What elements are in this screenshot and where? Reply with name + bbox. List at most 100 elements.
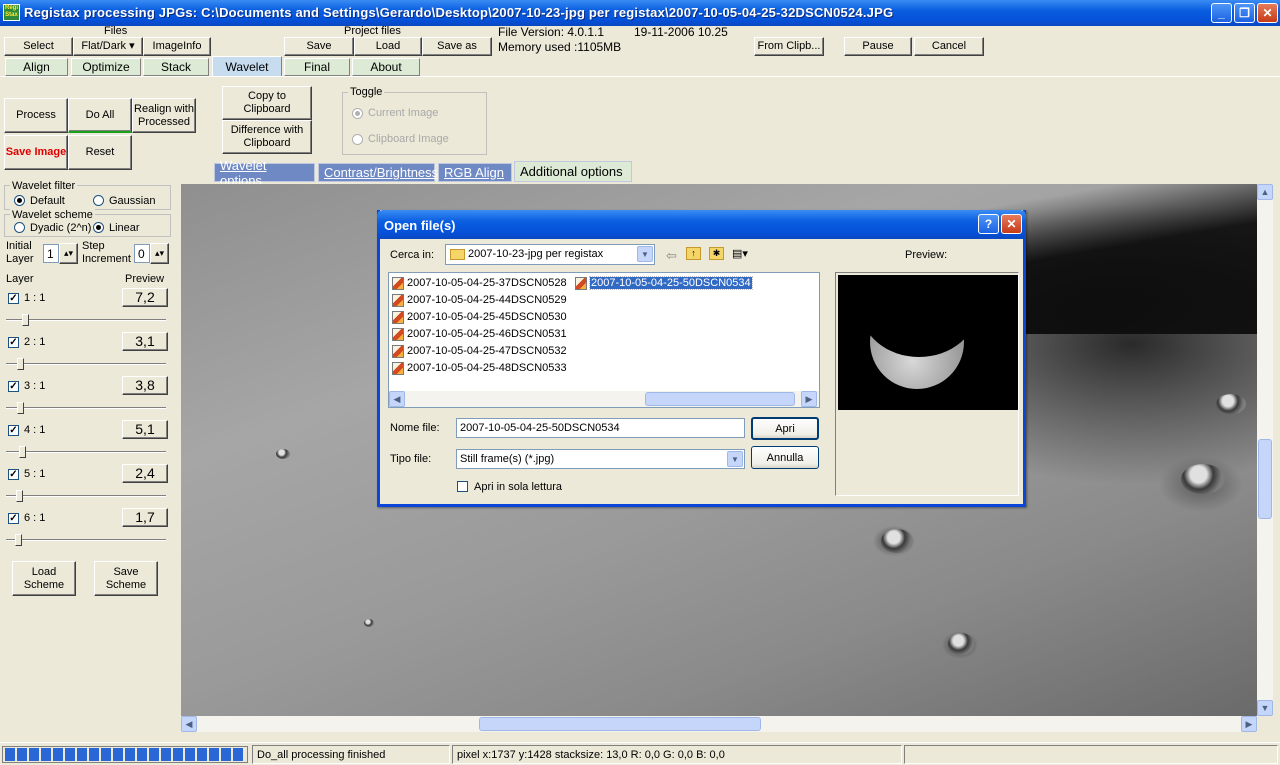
back-arrow-icon[interactable]: ⇦	[666, 248, 677, 264]
tab-rgb-align[interactable]: RGB Align	[438, 163, 512, 182]
vertical-scrollbar[interactable]: ▲ ▼	[1257, 184, 1273, 716]
gaussian-filter-radio[interactable]	[93, 195, 104, 206]
filetype-dropdown[interactable]: Still frame(s) (*.jpg)	[456, 449, 745, 469]
tab-final[interactable]: Final	[284, 58, 350, 76]
jpg-file-icon	[392, 276, 404, 290]
layer-6-preview-button[interactable]: 1,7	[122, 508, 168, 527]
tab-wavelet[interactable]: Wavelet	[212, 56, 282, 77]
close-button[interactable]: ✕	[1257, 3, 1278, 23]
tab-wavelet-options[interactable]: Wavelet options	[214, 158, 315, 188]
difference-with-clipboard-button[interactable]: Difference with Clipboard	[222, 120, 312, 154]
tab-stack[interactable]: Stack	[143, 58, 209, 76]
current-image-radio[interactable]	[352, 108, 363, 119]
minimize-button[interactable]: _	[1211, 3, 1232, 23]
list-item[interactable]: 2007-10-05-04-25-44DSCN0529	[392, 292, 567, 308]
preview-header: Preview	[125, 273, 165, 285]
layer-3-slider-thumb[interactable]	[17, 402, 24, 414]
tab-optimize[interactable]: Optimize	[71, 58, 141, 76]
list-item[interactable]: 2007-10-05-04-25-47DSCN0532	[392, 343, 567, 359]
layer-4-preview-button[interactable]: 5,1	[122, 420, 168, 439]
reset-button[interactable]: Reset	[68, 135, 132, 170]
vertical-scroll-thumb[interactable]	[1258, 439, 1272, 519]
open-button[interactable]: Apri	[751, 417, 819, 440]
copy-to-clipboard-button[interactable]: Copy to Clipboard	[222, 86, 312, 120]
layer-4-slider-thumb[interactable]	[19, 446, 26, 458]
save-scheme-button[interactable]: Save Scheme	[94, 561, 158, 596]
realign-button[interactable]: Realign with Processed	[132, 98, 196, 133]
default-filter-radio[interactable]	[14, 195, 25, 206]
imageinfo-button[interactable]: ImageInfo	[143, 37, 211, 56]
layer-2-preview-button[interactable]: 3,1	[122, 332, 168, 351]
pause-button[interactable]: Pause	[844, 37, 912, 56]
dyadic-scheme-radio[interactable]	[14, 222, 25, 233]
save-as-project-button[interactable]: Save as	[422, 37, 492, 56]
list-item[interactable]: 2007-10-05-04-25-45DSCN0530	[392, 309, 567, 325]
file-list-scrollbar[interactable]: ◀ ▶	[389, 391, 819, 407]
scroll-up-icon[interactable]: ▲	[1257, 184, 1273, 200]
scroll-right-icon[interactable]: ▶	[1241, 716, 1257, 732]
list-item[interactable]: 2007-10-05-04-25-37DSCN0528	[392, 275, 567, 291]
look-in-chevron-down-icon[interactable]: ▼	[637, 246, 653, 262]
look-in-label: Cerca in:	[390, 249, 435, 261]
step-increment-spinner[interactable]: ▴▾	[150, 243, 169, 264]
layer-6-checkbox[interactable]: ✓	[8, 513, 19, 524]
load-scheme-button[interactable]: Load Scheme	[12, 561, 76, 596]
initial-layer-spinner[interactable]: ▴▾	[59, 243, 78, 264]
layer-3-preview-button[interactable]: 3,8	[122, 376, 168, 395]
view-menu-icon[interactable]: ▤▾	[732, 247, 754, 261]
linear-scheme-radio[interactable]	[93, 222, 104, 233]
toggle-group	[342, 92, 487, 155]
do-all-button[interactable]: Do All	[68, 98, 132, 133]
look-in-dropdown[interactable]: 2007-10-23-jpg per registax	[445, 244, 655, 265]
step-increment-field[interactable]: 0	[134, 244, 150, 263]
process-button[interactable]: Process	[4, 98, 68, 133]
layer-2-checkbox[interactable]: ✓	[8, 337, 19, 348]
layer-1-checkbox[interactable]: ✓	[8, 293, 19, 304]
clipboard-image-radio[interactable]	[352, 134, 363, 145]
wavelet-scheme-label: Wavelet scheme	[10, 209, 95, 221]
scroll-left-icon[interactable]: ◀	[181, 716, 197, 732]
file-list[interactable]: 2007-10-05-04-25-37DSCN0528 2007-10-05-0…	[388, 272, 820, 408]
default-filter-label: Default	[30, 195, 65, 207]
tab-contrast-brightness[interactable]: Contrast/Brightness	[318, 163, 438, 182]
layer-1-preview-button[interactable]: 7,2	[122, 288, 168, 307]
list-item[interactable]: 2007-10-05-04-25-48DSCN0533	[392, 360, 567, 376]
layer-6-slider-thumb[interactable]	[15, 534, 22, 546]
layer-1-slider-thumb[interactable]	[22, 314, 29, 326]
layer-4-checkbox[interactable]: ✓	[8, 425, 19, 436]
layer-5-preview-button[interactable]: 2,4	[122, 464, 168, 483]
list-scroll-thumb[interactable]	[645, 392, 795, 406]
dialog-help-button[interactable]: ?	[978, 214, 999, 234]
select-button[interactable]: Select	[4, 37, 73, 56]
horizontal-scrollbar[interactable]: ◀ ▶	[181, 716, 1257, 732]
layer-5-checkbox[interactable]: ✓	[8, 469, 19, 480]
tab-about[interactable]: About	[352, 58, 420, 76]
tab-additional-options[interactable]: Additional options	[514, 161, 632, 182]
scroll-down-icon[interactable]: ▼	[1257, 700, 1273, 716]
new-folder-icon[interactable]: ✱	[709, 247, 724, 260]
tab-align[interactable]: Align	[5, 58, 68, 76]
list-item[interactable]: 2007-10-05-04-25-46DSCN0531	[392, 326, 567, 342]
filetype-chevron-down-icon[interactable]: ▼	[727, 451, 743, 467]
from-clipboard-button[interactable]: From Clipb...	[754, 37, 824, 56]
layer-5-slider-thumb[interactable]	[16, 490, 23, 502]
up-folder-icon[interactable]: ↑	[686, 247, 701, 260]
initial-layer-field[interactable]: 1	[43, 244, 59, 263]
save-project-button[interactable]: Save	[284, 37, 354, 56]
layer-2-slider-thumb[interactable]	[17, 358, 24, 370]
horizontal-scroll-thumb[interactable]	[479, 717, 761, 731]
maximize-button[interactable]: ❐	[1234, 3, 1255, 23]
save-image-button[interactable]: Save Image	[4, 135, 68, 170]
readonly-checkbox[interactable]	[457, 481, 468, 492]
list-scroll-right-icon[interactable]: ▶	[801, 391, 817, 407]
look-in-value: 2007-10-23-jpg per registax	[468, 248, 604, 260]
cancel-button[interactable]: Cancel	[914, 37, 984, 56]
load-project-button[interactable]: Load	[354, 37, 422, 56]
list-item-selected[interactable]: 2007-10-05-04-25-50DSCN0534	[575, 275, 753, 291]
dialog-close-button[interactable]: ✕	[1001, 214, 1022, 234]
cancel-dialog-button[interactable]: Annulla	[751, 446, 819, 469]
flat-dark-button[interactable]: Flat/Dark ▾	[73, 37, 143, 56]
list-scroll-left-icon[interactable]: ◀	[389, 391, 405, 407]
filename-input[interactable]: 2007-10-05-04-25-50DSCN0534	[456, 418, 745, 438]
layer-3-checkbox[interactable]: ✓	[8, 381, 19, 392]
